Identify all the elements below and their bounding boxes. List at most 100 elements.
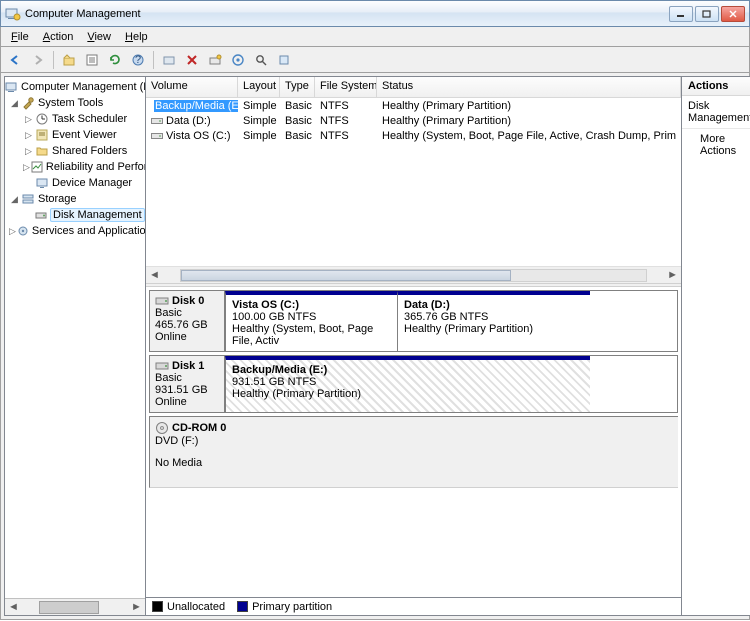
action-more[interactable]: More Actions ▸ — [682, 129, 750, 161]
tree-system-tools[interactable]: ◢ System Tools — [5, 95, 145, 111]
disk-size: 931.51 GB — [155, 384, 219, 396]
tree-root[interactable]: Computer Management (Local — [5, 79, 145, 95]
tree-reliability[interactable]: ▷ Reliability and Performa — [5, 159, 145, 175]
tree-scrollbar[interactable]: ◄ ► — [5, 598, 145, 615]
disk-state: Online — [155, 396, 219, 408]
tree-label: Reliability and Performa — [46, 161, 145, 173]
scroll-right-icon[interactable]: ► — [128, 601, 145, 613]
tree-storage[interactable]: ◢ Storage — [5, 191, 145, 207]
scroll-left-icon[interactable]: ◄ — [146, 269, 163, 281]
collapse-icon[interactable]: ◢ — [9, 98, 20, 109]
folder-icon — [34, 143, 50, 159]
scroll-thumb[interactable] — [181, 270, 511, 281]
cdrom-row[interactable]: CD-ROM 0DVD (F:)No Media — [149, 416, 678, 488]
actions-section[interactable]: Disk Management ▴ — [682, 96, 750, 129]
tool-icon[interactable] — [159, 50, 179, 70]
back-button[interactable] — [5, 50, 25, 70]
search-icon[interactable] — [251, 50, 271, 70]
tree-label: Storage — [38, 193, 77, 205]
clock-icon — [34, 111, 50, 127]
svg-text:?: ? — [135, 54, 141, 66]
tree-services-apps[interactable]: ▷ Services and Applications — [5, 223, 145, 239]
menu-action[interactable]: Action — [37, 29, 80, 45]
volume-rows[interactable]: Backup/Media (E:)SimpleBasicNTFSHealthy … — [146, 98, 681, 266]
menu-file[interactable]: File — [5, 29, 35, 45]
col-filesystem[interactable]: File System — [315, 77, 377, 97]
disk-partition[interactable]: Data (D:)365.76 GB NTFSHealthy (Primary … — [397, 291, 590, 351]
volume-row[interactable]: Vista OS (C:)SimpleBasicNTFSHealthy (Sys… — [146, 128, 681, 143]
refresh-button[interactable] — [105, 50, 125, 70]
scroll-right-icon[interactable]: ► — [664, 269, 681, 281]
tree-label: System Tools — [38, 97, 103, 109]
forward-button[interactable] — [28, 50, 48, 70]
maximize-button[interactable] — [695, 6, 719, 22]
partition-status: Healthy (System, Boot, Page File, Activ — [232, 323, 391, 347]
legend-label: Primary partition — [252, 601, 332, 613]
tool-icon[interactable] — [274, 50, 294, 70]
expand-icon[interactable]: ▷ — [9, 226, 16, 237]
cell-layout: Simple — [238, 130, 280, 142]
volume-scrollbar[interactable]: ◄ ► — [146, 266, 681, 283]
volume-row[interactable]: Backup/Media (E:)SimpleBasicNTFSHealthy … — [146, 98, 681, 113]
expand-icon[interactable]: ▷ — [23, 162, 30, 173]
tool-icon[interactable] — [205, 50, 225, 70]
device-icon — [34, 175, 50, 191]
tree-disk-management[interactable]: Disk Management — [5, 207, 145, 223]
cell-type: Basic — [280, 115, 315, 127]
tree-label: Event Viewer — [52, 129, 117, 141]
disk-partition[interactable]: Vista OS (C:)100.00 GB NTFSHealthy (Syst… — [225, 291, 397, 351]
close-button[interactable] — [721, 6, 745, 22]
minimize-button[interactable] — [669, 6, 693, 22]
expand-icon[interactable]: ▷ — [23, 146, 34, 157]
nav-tree[interactable]: Computer Management (Local ◢ System Tool… — [5, 77, 145, 598]
legend-label: Unallocated — [167, 601, 225, 613]
disk-label: Disk 0 — [155, 295, 219, 307]
actions-pane: Actions Disk Management ▴ More Actions ▸ — [682, 76, 750, 616]
computer-icon — [5, 79, 19, 95]
scroll-track[interactable] — [180, 269, 647, 282]
cell-volume: Data (D:) — [146, 115, 238, 127]
disk-row[interactable]: Disk 1Basic931.51 GBOnlineBackup/Media (… — [149, 355, 678, 413]
scroll-left-icon[interactable]: ◄ — [5, 601, 22, 613]
center-pane: Volume Layout Type File System Status Ba… — [146, 76, 682, 616]
volume-row[interactable]: Data (D:)SimpleBasicNTFSHealthy (Primary… — [146, 113, 681, 128]
menu-view[interactable]: View — [81, 29, 117, 45]
actions-section-label: Disk Management — [688, 100, 750, 124]
col-status[interactable]: Status — [377, 77, 681, 97]
cell-layout: Simple — [238, 115, 280, 127]
tree-task-scheduler[interactable]: ▷ Task Scheduler — [5, 111, 145, 127]
tree-label: Device Manager — [52, 177, 132, 189]
cell-layout: Simple — [238, 100, 280, 112]
tree-event-viewer[interactable]: ▷ Event Viewer — [5, 127, 145, 143]
col-volume[interactable]: Volume — [146, 77, 238, 97]
disk-state: Online — [155, 331, 219, 343]
collapse-icon[interactable]: ◢ — [9, 194, 20, 205]
disk-partition[interactable]: Backup/Media (E:)931.51 GB NTFSHealthy (… — [225, 356, 590, 412]
event-icon — [34, 127, 50, 143]
menu-bar: File Action View Help — [0, 27, 750, 47]
partition-name: Backup/Media (E:) — [232, 364, 584, 376]
help-button[interactable]: ? — [128, 50, 148, 70]
cell-type: Basic — [280, 130, 315, 142]
expand-icon[interactable]: ▷ — [23, 130, 34, 141]
tree-shared-folders[interactable]: ▷ Shared Folders — [5, 143, 145, 159]
delete-icon[interactable] — [182, 50, 202, 70]
menu-help[interactable]: Help — [119, 29, 154, 45]
col-layout[interactable]: Layout — [238, 77, 280, 97]
scroll-thumb[interactable] — [39, 601, 99, 614]
toolbar-separator — [53, 51, 54, 69]
properties-button[interactable] — [82, 50, 102, 70]
col-type[interactable]: Type — [280, 77, 315, 97]
disk-size: 465.76 GB — [155, 319, 219, 331]
legend-swatch-primary — [237, 601, 248, 612]
nav-tree-pane: Computer Management (Local ◢ System Tool… — [4, 76, 146, 616]
disk-kind: Basic — [155, 372, 219, 384]
expand-icon[interactable]: ▷ — [23, 114, 34, 125]
cell-fs: NTFS — [315, 100, 377, 112]
up-button[interactable] — [59, 50, 79, 70]
disk-row[interactable]: Disk 0Basic465.76 GBOnlineVista OS (C:)1… — [149, 290, 678, 352]
tree-device-manager[interactable]: Device Manager — [5, 175, 145, 191]
tool-icon[interactable] — [228, 50, 248, 70]
app-icon — [5, 6, 21, 22]
cell-fs: NTFS — [315, 115, 377, 127]
